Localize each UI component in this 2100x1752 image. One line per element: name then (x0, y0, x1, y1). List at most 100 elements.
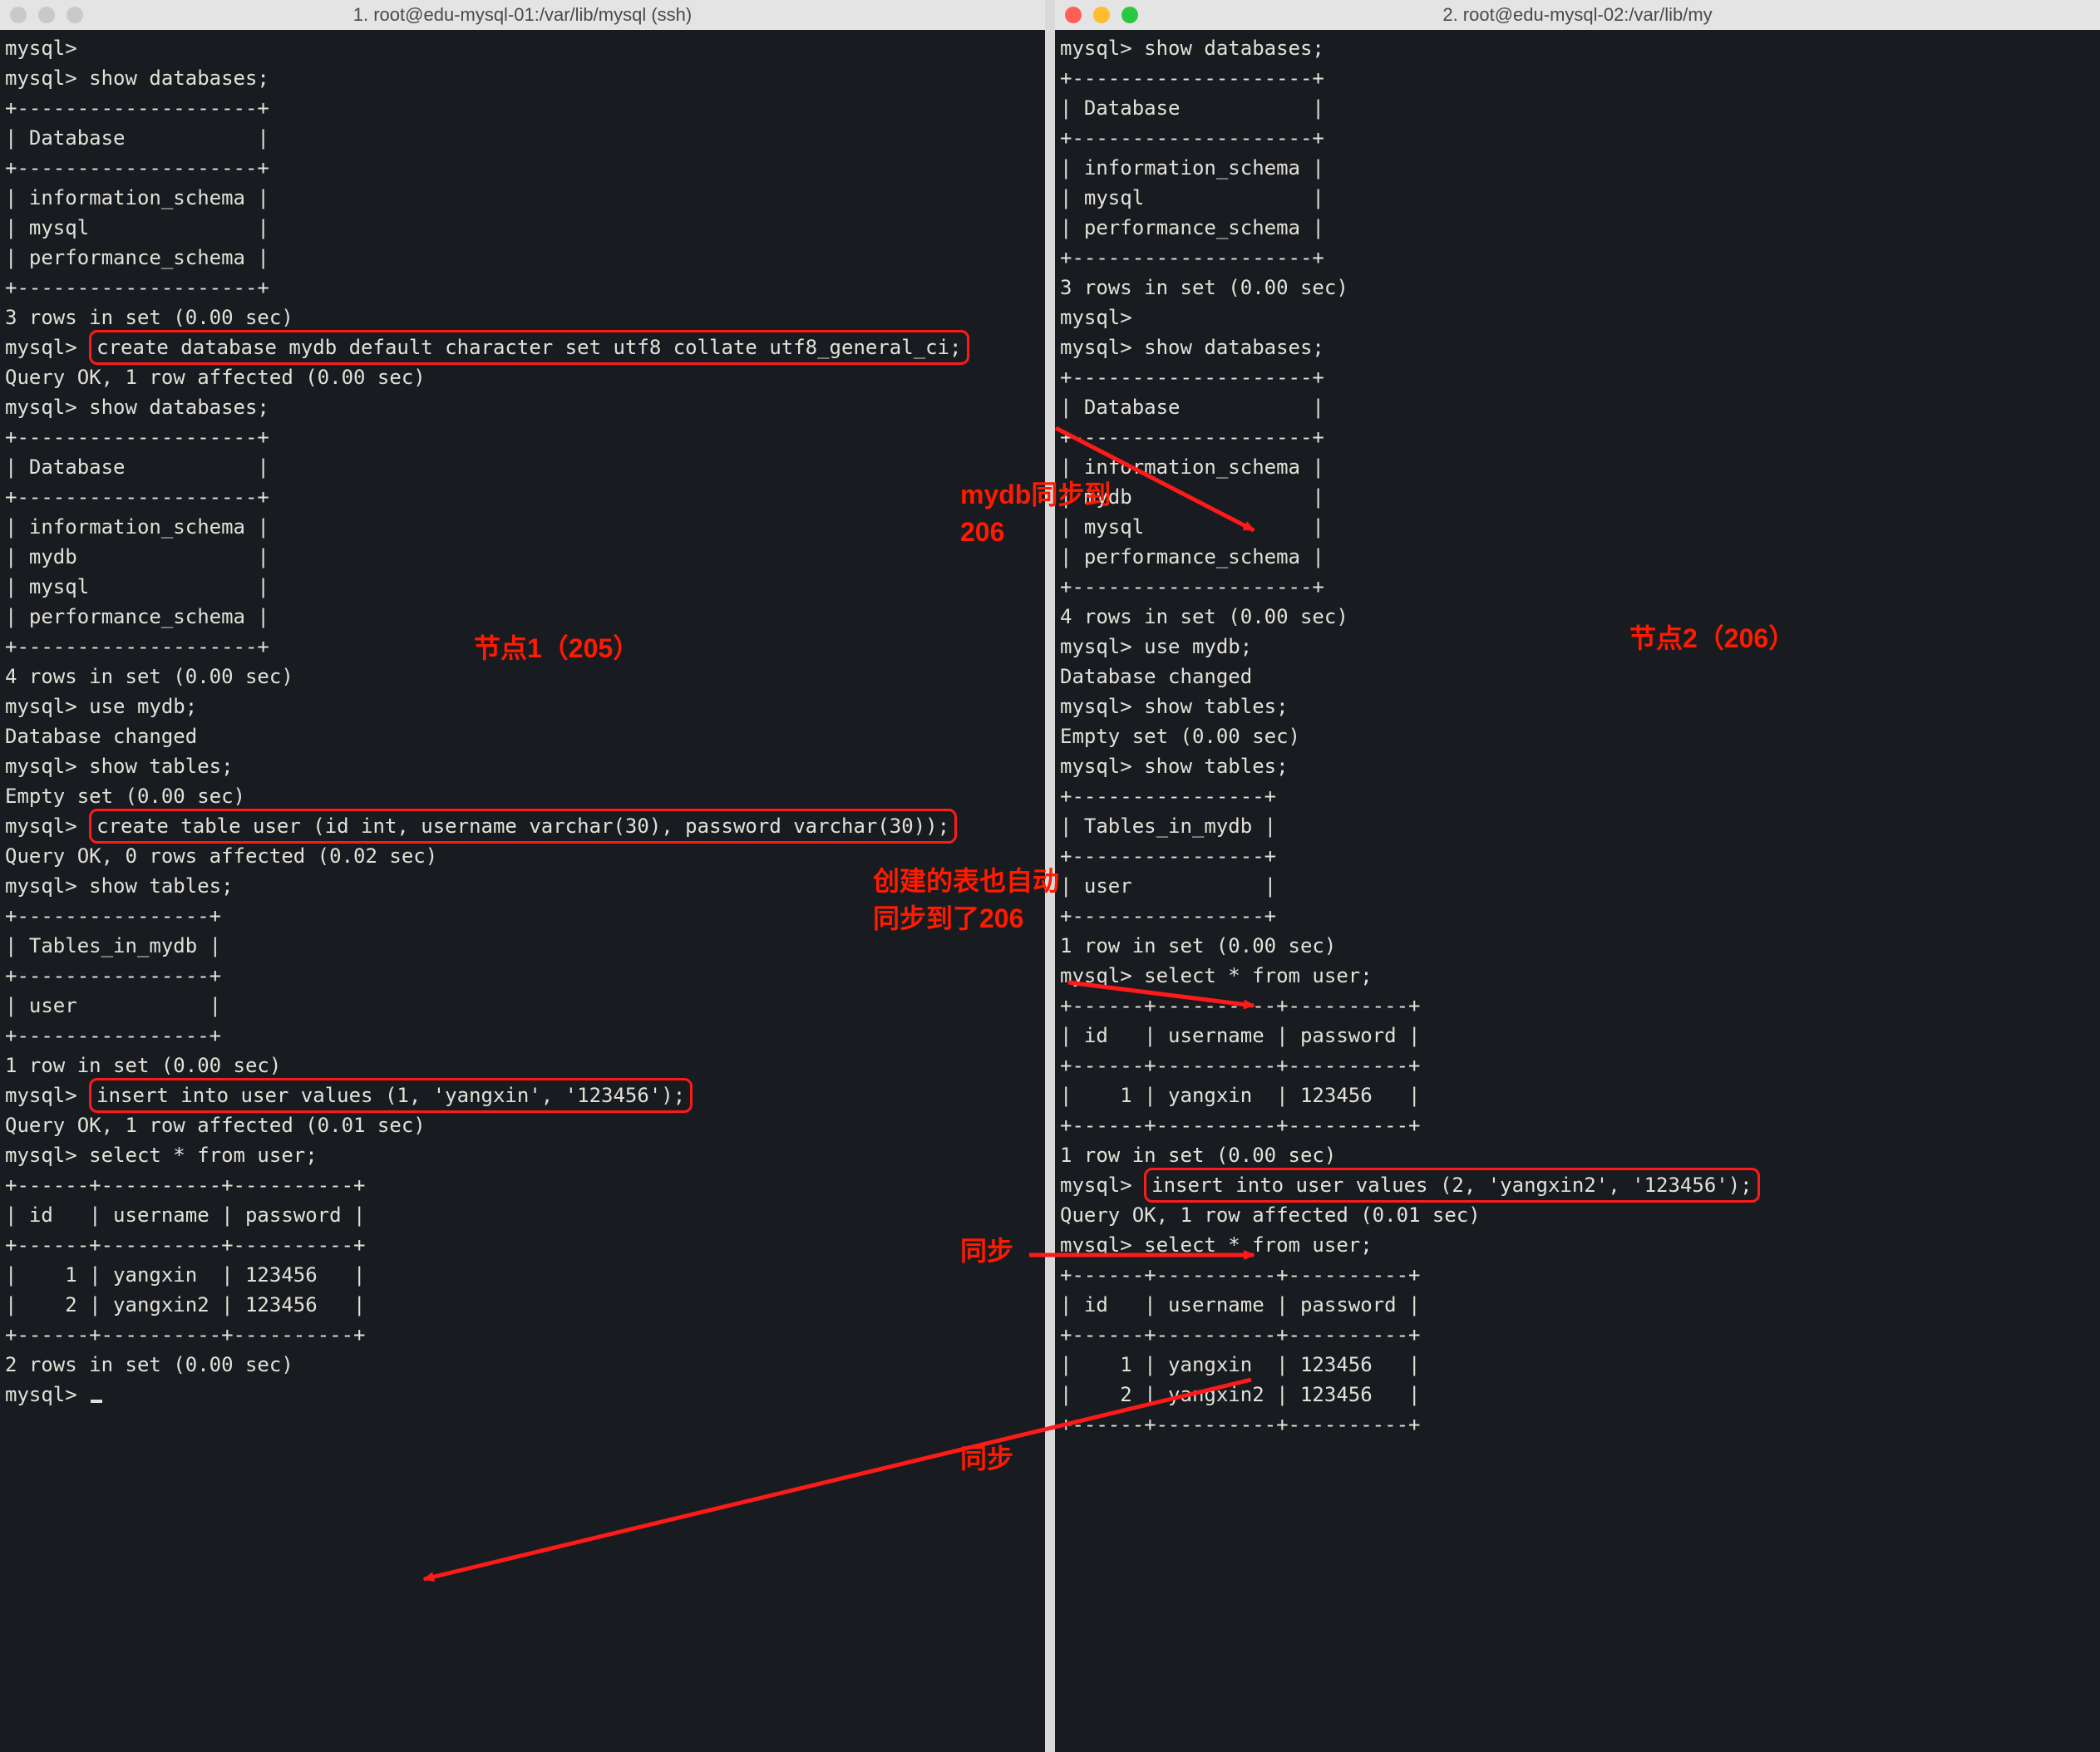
terminal-line: Query OK, 1 row affected (0.00 sec) (5, 362, 1040, 392)
terminal-line: +------+----------+----------+ (1060, 1320, 2095, 1350)
close-icon[interactable] (1065, 7, 1082, 23)
terminal-line: | mysql | (1060, 512, 2095, 542)
terminal-line: | 1 | yangxin | 123456 | (1060, 1350, 2095, 1380)
terminal-line: mysql> insert into user values (2, 'yang… (1060, 1170, 2095, 1200)
terminal-output-right[interactable]: mysql> show databases;+-----------------… (1055, 30, 2100, 1752)
terminal-line: +--------------------+ (1060, 63, 2095, 93)
terminal-line: | 1 | yangxin | 123456 | (1060, 1080, 2095, 1110)
terminal-line: | Database | (1060, 392, 2095, 422)
terminal-line: Query OK, 1 row affected (0.01 sec) (5, 1110, 1040, 1140)
minimize-icon[interactable] (38, 7, 55, 23)
terminal-line: +--------------------+ (5, 153, 1040, 183)
app-root: 1. root@edu-mysql-01:/var/lib/mysql (ssh… (0, 0, 2100, 1752)
terminal-line: mysql> (5, 33, 1040, 63)
terminal-line: +------+----------+----------+ (1060, 1051, 2095, 1080)
terminal-line: | mysql | (1060, 183, 2095, 213)
terminal-line: mysql> (5, 1380, 1040, 1410)
terminal-line: 4 rows in set (0.00 sec) (5, 662, 1040, 691)
terminal-line: +--------------------+ (1060, 362, 2095, 392)
terminal-line: | information_schema | (5, 512, 1040, 542)
terminal-line: | performance_schema | (5, 243, 1040, 273)
terminal-line: +----------------+ (1060, 841, 2095, 871)
terminal-line: mysql> select * from user; (1060, 1230, 2095, 1260)
terminal-line: mysql> (1060, 303, 2095, 332)
terminal-line: +--------------------+ (5, 422, 1040, 452)
highlighted-command: insert into user values (1, 'yangxin', '… (89, 1078, 693, 1113)
terminal-line: | 1 | yangxin | 123456 | (5, 1260, 1040, 1290)
terminal-line: mysql> show tables; (1060, 691, 2095, 721)
terminal-line: mysql> select * from user; (1060, 961, 2095, 991)
terminal-line: | id | username | password | (1060, 1290, 2095, 1320)
annotation-sync-table-line2: 同步到了206 (873, 902, 1023, 935)
terminal-line: +------+----------+----------+ (1060, 1260, 2095, 1290)
annotation-sync-mydb-line2: 206 (960, 515, 1004, 549)
terminal-line: 3 rows in set (0.00 sec) (5, 303, 1040, 332)
terminal-line: mysql> show tables; (5, 751, 1040, 781)
terminal-line: mysql> show databases; (5, 392, 1040, 422)
terminal-line: | user | (5, 991, 1040, 1021)
terminal-line: +----------------+ (1060, 901, 2095, 931)
terminal-line: | 2 | yangxin2 | 123456 | (1060, 1380, 2095, 1410)
terminal-line: mysql> use mydb; (1060, 632, 2095, 662)
terminal-line: mysql> show databases; (1060, 33, 2095, 63)
terminal-line: +--------------------+ (1060, 572, 2095, 602)
window-title-right: 2. root@edu-mysql-02:/var/lib/my (1442, 4, 1712, 26)
window-controls-right (1065, 7, 1138, 23)
terminal-line: +--------------------+ (1060, 243, 2095, 273)
terminal-line: +------+----------+----------+ (5, 1320, 1040, 1350)
terminal-line: mysql> insert into user values (1, 'yang… (5, 1080, 1040, 1110)
terminal-line: mysql> show tables; (1060, 751, 2095, 781)
terminal-line: 1 row in set (0.00 sec) (1060, 931, 2095, 961)
highlighted-command: insert into user values (2, 'yangxin2', … (1144, 1168, 1759, 1203)
window-controls-left (10, 7, 83, 23)
terminal-line: +------+----------+----------+ (1060, 1110, 2095, 1140)
terminal-line: | Database | (1060, 93, 2095, 123)
terminal-line: mysql> create database mydb default char… (5, 332, 1040, 362)
annotation-sync-table-line1: 创建的表也自动 (873, 864, 1059, 898)
terminal-line: | id | username | password | (1060, 1021, 2095, 1051)
terminal-line: +--------------------+ (1060, 123, 2095, 153)
terminal-line: Empty set (0.00 sec) (5, 781, 1040, 811)
minimize-icon[interactable] (1093, 7, 1110, 23)
terminal-line: | performance_schema | (5, 602, 1040, 632)
terminal-line: +----------------+ (1060, 781, 2095, 811)
terminal-line: | Database | (5, 123, 1040, 153)
terminal-line: +------+----------+----------+ (1060, 991, 2095, 1021)
highlighted-command: create table user (id int, username varc… (89, 809, 957, 844)
terminal-line: 1 row in set (0.00 sec) (5, 1051, 1040, 1080)
close-icon[interactable] (10, 7, 27, 23)
terminal-line: Empty set (0.00 sec) (1060, 721, 2095, 751)
terminal-line: Query OK, 1 row affected (0.01 sec) (1060, 1200, 2095, 1230)
highlighted-command: create database mydb default character s… (89, 330, 969, 365)
terminal-line: | user | (1060, 871, 2095, 901)
terminal-line: | id | username | password | (5, 1200, 1040, 1230)
terminal-line: | Tables_in_mydb | (5, 931, 1040, 961)
terminal-line: | mysql | (5, 572, 1040, 602)
terminal-line: +------+----------+----------+ (5, 1170, 1040, 1200)
terminal-line: | performance_schema | (1060, 213, 2095, 243)
maximize-icon[interactable] (1121, 7, 1138, 23)
window-title-left: 1. root@edu-mysql-01:/var/lib/mysql (ssh… (353, 4, 692, 26)
annotation-node1: 节点1（205） (474, 632, 639, 665)
terminal-pane-right: 2. root@edu-mysql-02:/var/lib/my mysql> … (1055, 0, 2100, 1752)
terminal-line: 1 row in set (0.00 sec) (1060, 1140, 2095, 1170)
cursor-icon (91, 1400, 102, 1403)
terminal-line: | 2 | yangxin2 | 123456 | (5, 1290, 1040, 1320)
terminal-line: | mydb | (1060, 482, 2095, 512)
terminal-line: +--------------------+ (5, 273, 1040, 303)
terminal-line: | Database | (5, 452, 1040, 482)
terminal-line: | information_schema | (1060, 452, 2095, 482)
terminal-line: +--------------------+ (5, 482, 1040, 512)
terminal-line: 2 rows in set (0.00 sec) (5, 1350, 1040, 1380)
terminal-line: mysql> create table user (id int, userna… (5, 811, 1040, 841)
terminal-line: | information_schema | (1060, 153, 2095, 183)
terminal-line: +--------------------+ (1060, 422, 2095, 452)
terminal-line: | mydb | (5, 542, 1040, 572)
maximize-icon[interactable] (67, 7, 83, 23)
annotation-node2: 节点2（206） (1629, 622, 1795, 655)
terminal-line: mysql> select * from user; (5, 1140, 1040, 1170)
terminal-line: mysql> use mydb; (5, 691, 1040, 721)
terminal-line: | mysql | (5, 213, 1040, 243)
annotation-sync-2: 同步 (960, 1442, 1013, 1475)
terminal-line: +------+----------+----------+ (1060, 1410, 2095, 1439)
